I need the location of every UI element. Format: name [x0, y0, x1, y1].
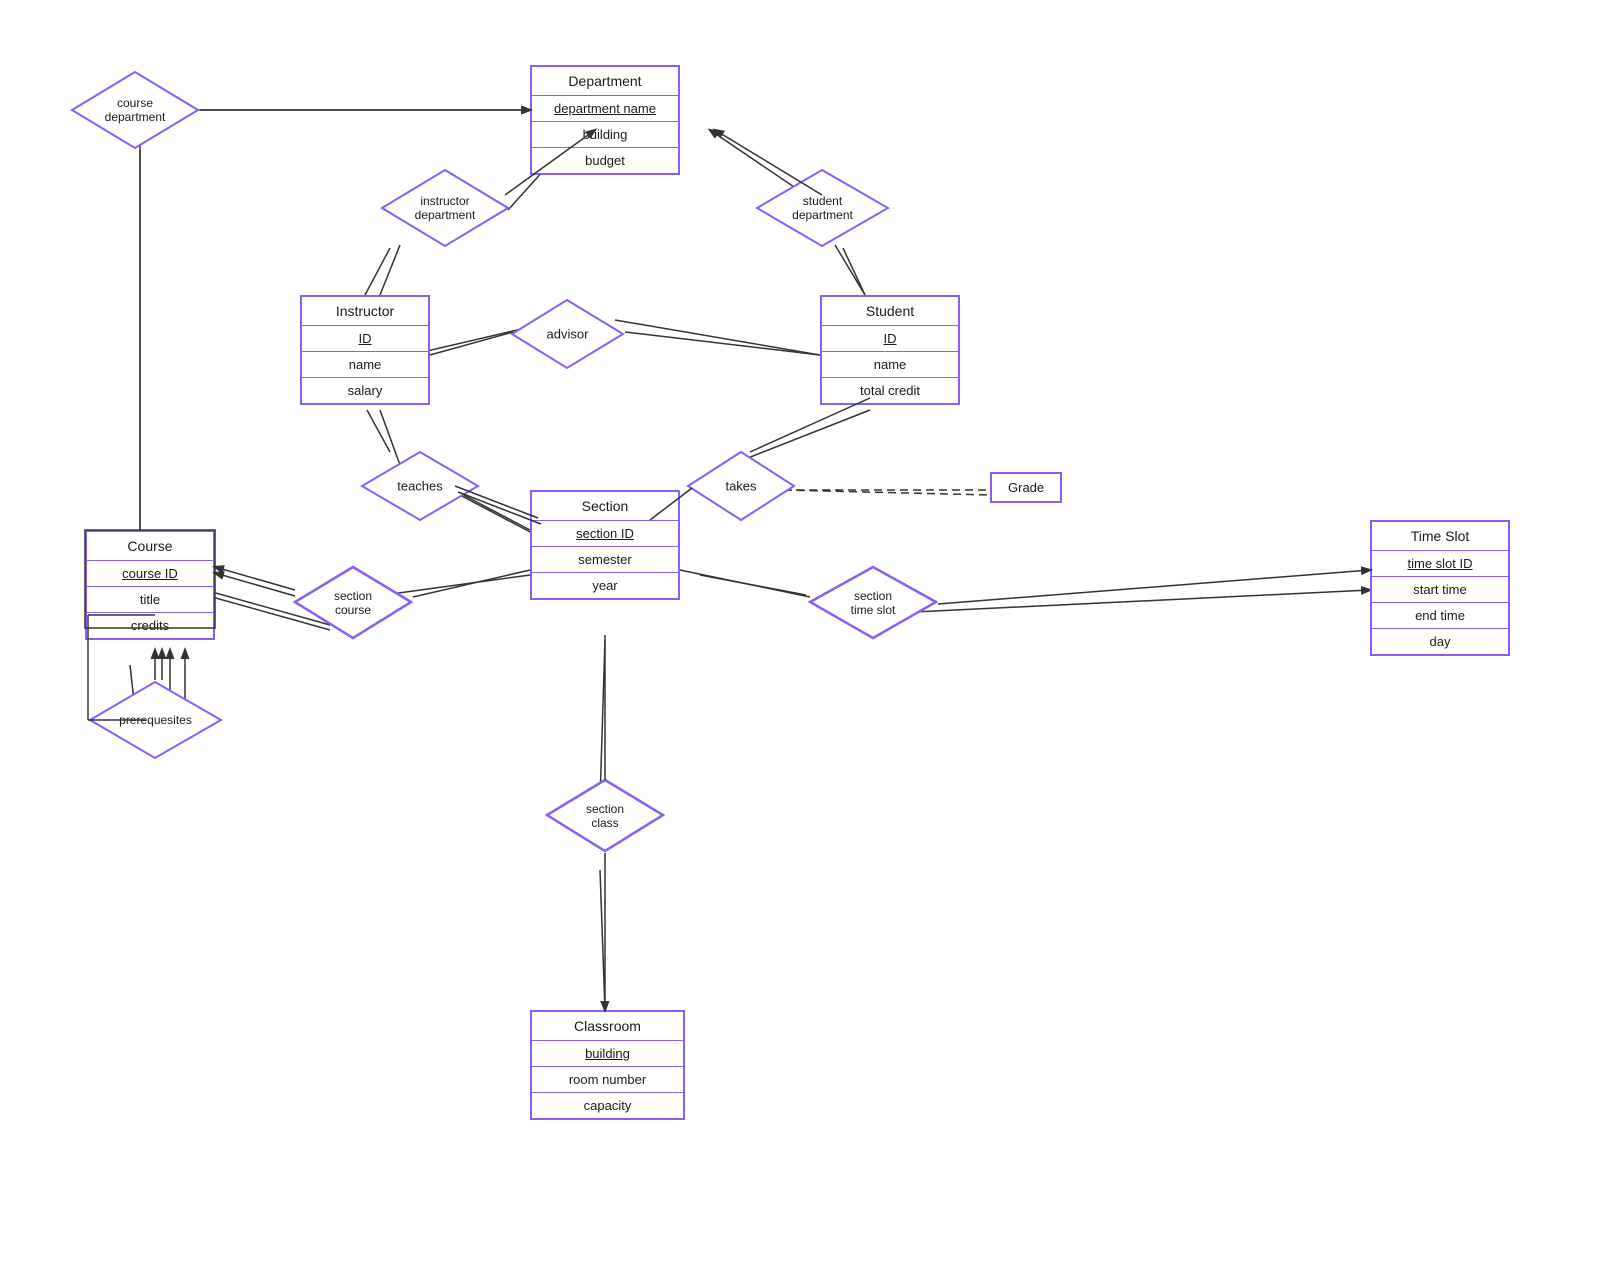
- section-attr-semester: semester: [532, 547, 678, 573]
- instructor-attr-name: name: [302, 352, 428, 378]
- department-attr-budget: budget: [532, 148, 678, 173]
- instructor-department-diamond: instructordepartment: [380, 168, 510, 248]
- classroom-title: Classroom: [532, 1012, 683, 1041]
- classroom-attr-roomnumber: room number: [532, 1067, 683, 1093]
- classroom-attr-capacity: capacity: [532, 1093, 683, 1118]
- takes-diamond: takes: [686, 450, 796, 522]
- advisor-diamond: advisor: [510, 298, 625, 370]
- student-attr-totalcredit: total credit: [822, 378, 958, 403]
- timeslot-title: Time Slot: [1372, 522, 1508, 551]
- course-attr-credits: credits: [87, 613, 213, 638]
- department-entity: Department department name building budg…: [530, 65, 680, 175]
- er-diagram: Department department name building budg…: [0, 0, 1600, 1280]
- course-attr-title: title: [87, 587, 213, 613]
- course-entity: Course course ID title credits: [85, 530, 215, 640]
- classroom-attr-building: building: [532, 1041, 683, 1067]
- course-department-diamond: coursedepartment: [70, 70, 200, 150]
- section-class-diamond: sectionclass: [545, 778, 665, 853]
- course-attr-id: course ID: [87, 561, 213, 587]
- section-timeslot-diamond: sectiontime slot: [808, 565, 938, 640]
- grade-box: Grade: [990, 472, 1062, 503]
- prerequesites-diamond: prerequesites: [88, 680, 223, 760]
- section-attr-year: year: [532, 573, 678, 598]
- timeslot-attr-id: time slot ID: [1372, 551, 1508, 577]
- section-title: Section: [532, 492, 678, 521]
- student-entity: Student ID name total credit: [820, 295, 960, 405]
- teaches-diamond: teaches: [360, 450, 480, 522]
- instructor-title: Instructor: [302, 297, 428, 326]
- student-title: Student: [822, 297, 958, 326]
- department-attr-name: department name: [532, 96, 678, 122]
- department-attr-building: building: [532, 122, 678, 148]
- section-course-diamond: sectioncourse: [293, 565, 413, 640]
- instructor-entity: Instructor ID name salary: [300, 295, 430, 405]
- timeslot-attr-endtime: end time: [1372, 603, 1508, 629]
- timeslot-attr-starttime: start time: [1372, 577, 1508, 603]
- instructor-attr-id: ID: [302, 326, 428, 352]
- department-title: Department: [532, 67, 678, 96]
- student-attr-id: ID: [822, 326, 958, 352]
- timeslot-entity: Time Slot time slot ID start time end ti…: [1370, 520, 1510, 656]
- classroom-entity: Classroom building room number capacity: [530, 1010, 685, 1120]
- course-title: Course: [87, 532, 213, 561]
- student-department-diamond: studentdepartment: [755, 168, 890, 248]
- section-attr-id: section ID: [532, 521, 678, 547]
- student-attr-name: name: [822, 352, 958, 378]
- section-entity: Section section ID semester year: [530, 490, 680, 600]
- grade-label: Grade: [1008, 480, 1044, 495]
- instructor-attr-salary: salary: [302, 378, 428, 403]
- timeslot-attr-day: day: [1372, 629, 1508, 654]
